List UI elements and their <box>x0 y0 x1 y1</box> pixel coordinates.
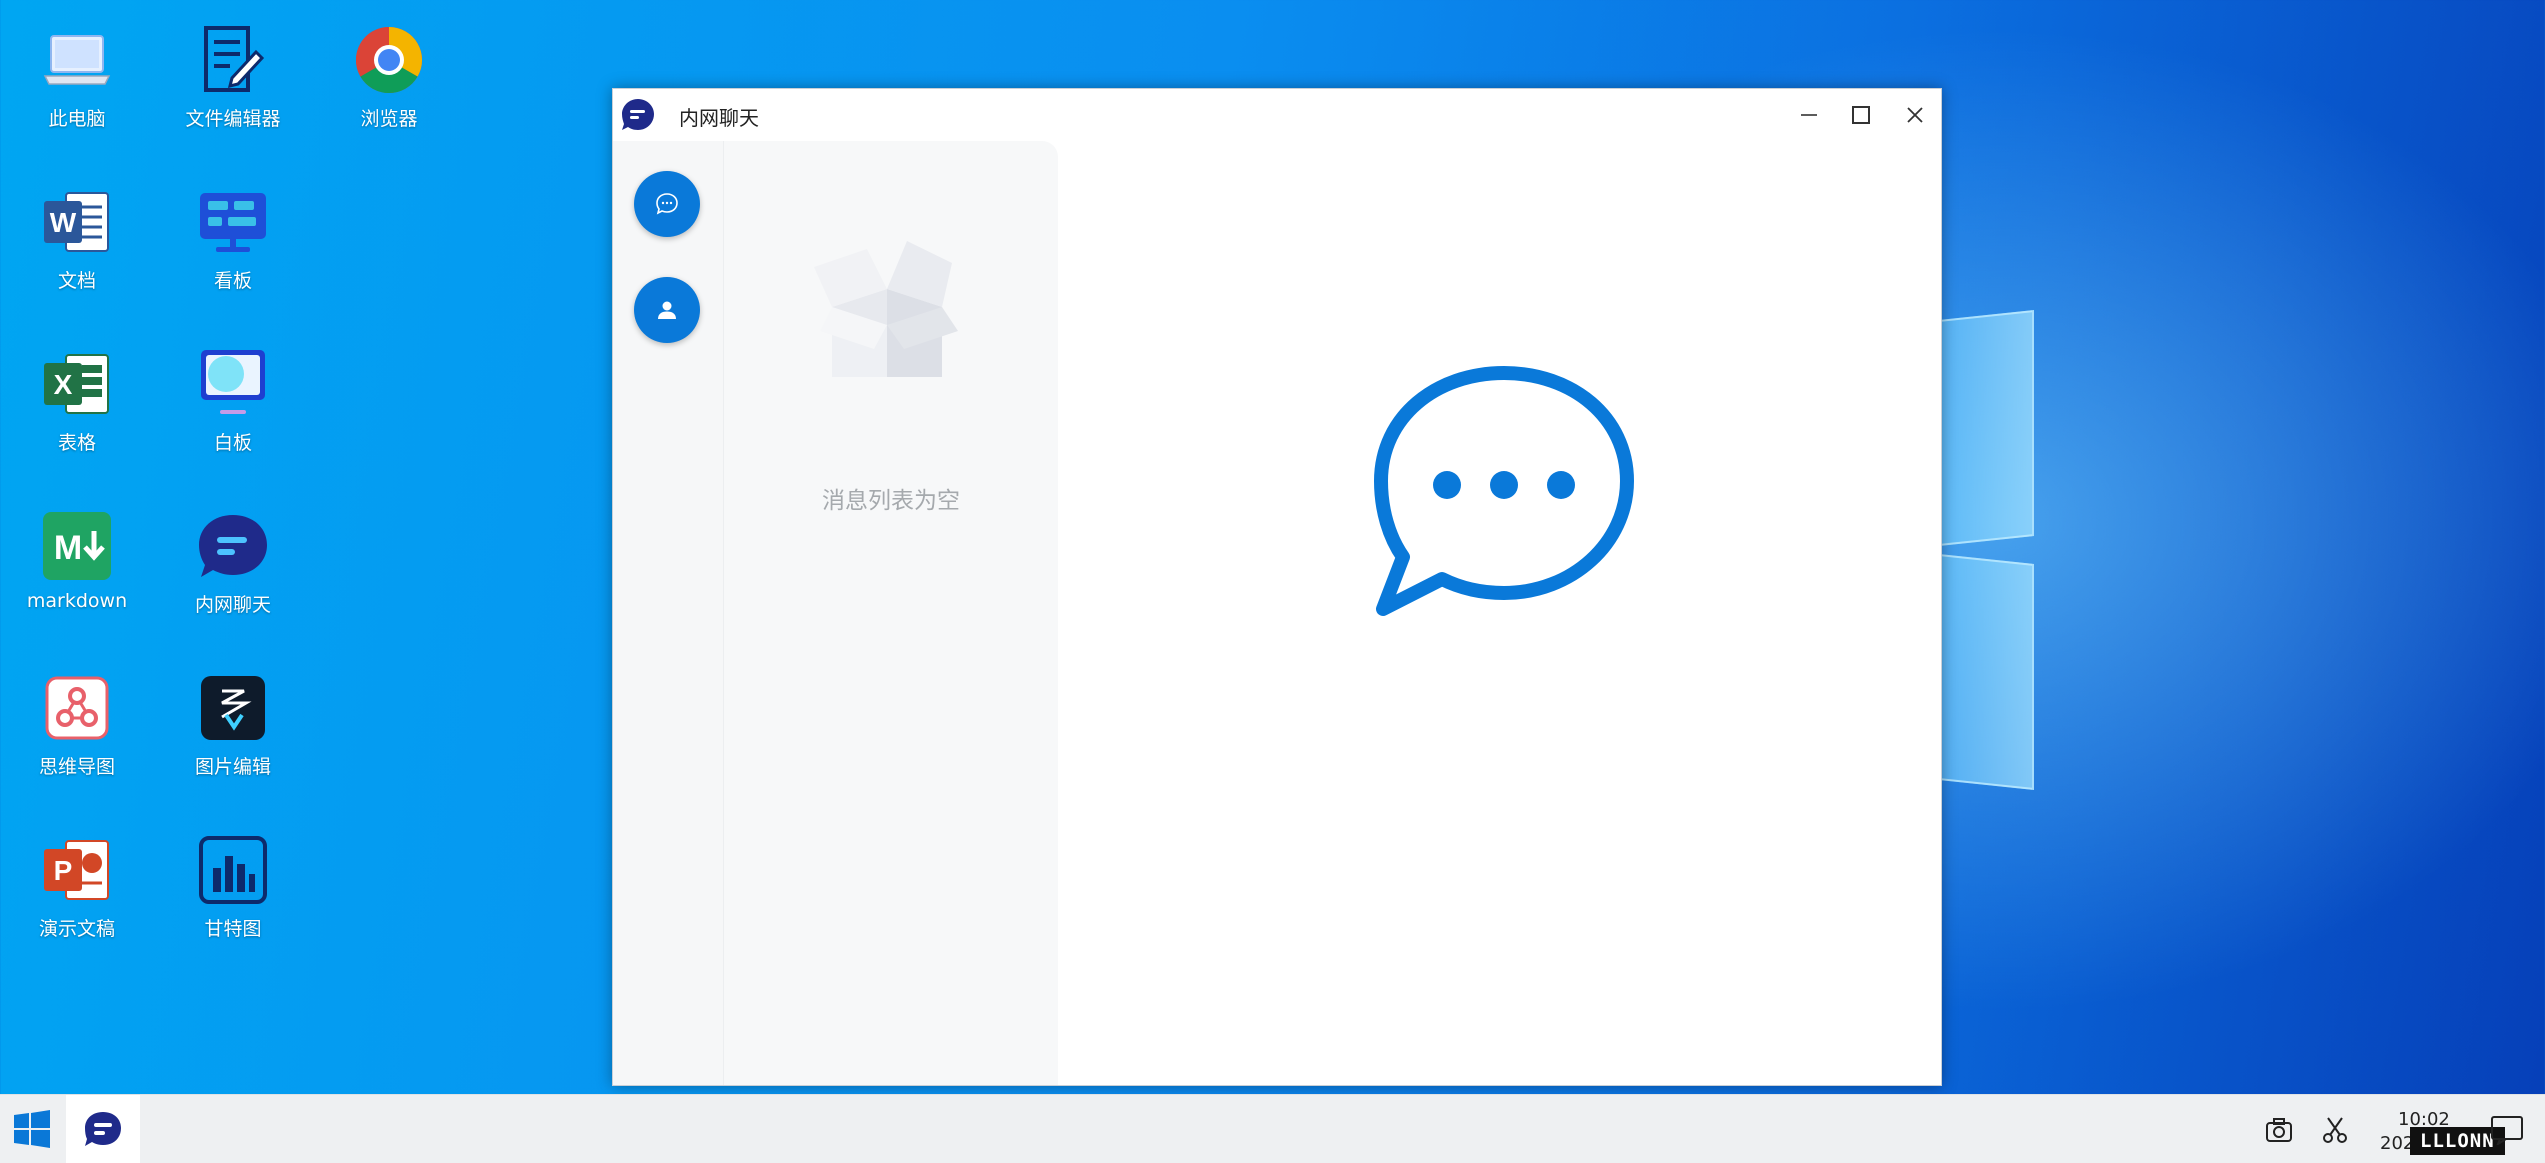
desktop-icon-file-editor[interactable]: 文件编辑器 <box>168 24 298 131</box>
desktop-icon-this-pc[interactable]: 此电脑 <box>12 24 142 131</box>
title-bar[interactable]: 内网聊天 <box>613 89 1941 141</box>
messages-tab-button[interactable] <box>634 171 700 237</box>
minimize-icon <box>1801 114 1817 116</box>
desktop-icon-label: 看板 <box>213 270 252 292</box>
desktop-icon-label: 此电脑 <box>48 108 106 130</box>
chrome-icon <box>353 24 425 96</box>
excel-icon: X <box>41 348 113 420</box>
desktop-icon-label: 图片编辑 <box>194 756 271 778</box>
empty-box-icon <box>812 227 962 387</box>
minimize-button[interactable] <box>1783 93 1835 137</box>
desktop-icon-document[interactable]: W 文档 <box>12 186 142 293</box>
word-icon: W <box>41 186 113 258</box>
svg-text:P: P <box>54 855 73 886</box>
maximize-icon <box>1852 106 1870 124</box>
close-button[interactable] <box>1889 93 1941 137</box>
nav-rail <box>613 141 724 1085</box>
desktop-icon-mindmap[interactable]: 思维导图 <box>12 672 142 779</box>
snipping-button[interactable] <box>2318 1113 2352 1147</box>
screenshot-button[interactable] <box>2262 1113 2296 1147</box>
desktop-icon-label: 浏览器 <box>360 108 418 130</box>
desktop-icon-label: 表格 <box>57 432 96 454</box>
desktop-icon-whiteboard[interactable]: 白板 <box>168 348 298 455</box>
desktop-icon-spreadsheet[interactable]: X 表格 <box>12 348 142 455</box>
taskbar-chat-app[interactable] <box>66 1095 140 1163</box>
desktop-icon-label: 甘特图 <box>204 918 262 940</box>
gantt-chart-icon <box>197 834 269 906</box>
powerpoint-icon: P <box>41 834 113 906</box>
contacts-tab-button[interactable] <box>634 277 700 343</box>
desktop-icon-label: 演示文稿 <box>38 918 115 940</box>
taskbar: 10:02 202 LLLONN <box>0 1094 2545 1163</box>
chat-app-icon <box>197 510 269 582</box>
desktop-icon-gantt[interactable]: 甘特图 <box>168 834 298 941</box>
empty-list-message: 消息列表为空 <box>822 488 960 514</box>
notification-icon <box>2491 1116 2523 1147</box>
window-title: 内网聊天 <box>679 106 759 130</box>
chat-window: 内网聊天 消息列表为空 <box>612 88 1942 1086</box>
laptop-icon <box>41 24 113 96</box>
chat-placeholder-icon <box>1365 363 1643 617</box>
close-icon <box>1907 107 1923 123</box>
file-edit-icon <box>197 24 269 96</box>
desktop-icon-presentation[interactable]: P 演示文稿 <box>12 834 142 941</box>
desktop-icon-kanban[interactable]: 看板 <box>168 186 298 293</box>
desktop-icon-markdown[interactable]: M markdown <box>12 510 142 612</box>
svg-text:W: W <box>50 207 77 238</box>
conversation-list: 消息列表为空 <box>724 141 1058 1085</box>
desktop-icon-label: 思维导图 <box>38 756 115 778</box>
maximize-button[interactable] <box>1835 93 1887 137</box>
app-logo-icon <box>621 98 655 132</box>
desktop-icon-label: 文件编辑器 <box>185 108 281 130</box>
svg-text:X: X <box>54 369 73 400</box>
chat-app-icon <box>85 1112 121 1146</box>
desktop-icon-intranet-chat[interactable]: 内网聊天 <box>168 510 298 617</box>
mindmap-icon <box>41 672 113 744</box>
desktop-icon-label: 白板 <box>213 432 252 454</box>
whiteboard-icon <box>197 348 269 420</box>
image-edit-icon <box>197 672 269 744</box>
svg-text:M: M <box>54 529 82 567</box>
scissors-icon <box>2323 1117 2347 1143</box>
windows-logo-icon <box>14 1110 50 1148</box>
chat-bubble-icon <box>656 193 678 215</box>
notification-button[interactable] <box>2490 1115 2524 1147</box>
desktop-icon-label: markdown <box>26 590 128 612</box>
desktop-icon-browser[interactable]: 浏览器 <box>324 24 454 131</box>
camera-icon <box>2266 1118 2292 1142</box>
user-icon <box>658 301 676 319</box>
kanban-icon <box>197 186 269 258</box>
desktop-icon-image-editor[interactable]: 图片编辑 <box>168 672 298 779</box>
start-button[interactable] <box>8 1107 56 1151</box>
markdown-icon: M <box>41 510 113 582</box>
chat-area <box>1059 141 1941 1085</box>
desktop-icon-label: 文档 <box>57 270 96 292</box>
desktop-icon-label: 内网聊天 <box>194 594 271 616</box>
